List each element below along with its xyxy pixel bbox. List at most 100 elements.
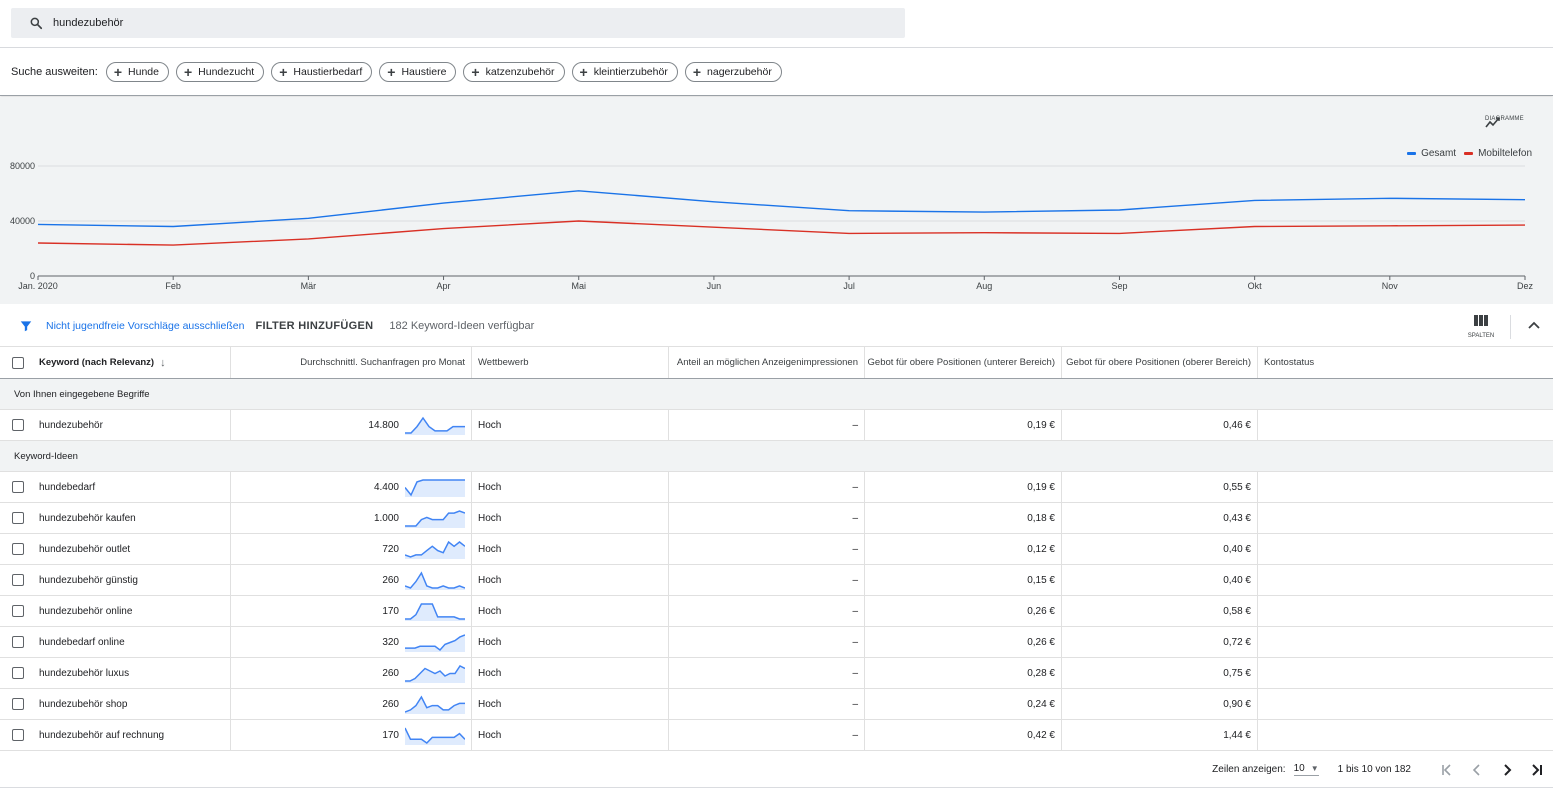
impression-share-value: – — [852, 698, 858, 710]
broaden-chip-hundezucht[interactable]: + Hundezucht — [175, 61, 265, 82]
cell-account-status — [1258, 720, 1553, 750]
legend-item-total[interactable]: Gesamt — [1407, 148, 1456, 159]
table-row[interactable]: hundezubehör online 170 Hoch – 0,26 € 0,58 € — [0, 596, 1553, 627]
legend-swatch — [1464, 152, 1474, 155]
header-impression-share[interactable]: Anteil an möglichen Anzeigenimpressionen — [669, 347, 865, 378]
x-tick-label: Sep — [1111, 281, 1127, 291]
exclude-adult-filter[interactable]: Nicht jugendfreie Vorschläge ausschließe… — [46, 320, 244, 332]
last-page-button[interactable] — [1527, 760, 1547, 780]
data-point — [713, 226, 715, 228]
rows-per-page-select[interactable]: 10 ▼ — [1293, 763, 1319, 776]
competition-value: Hoch — [478, 667, 502, 679]
keyword-text: hundezubehör outlet — [39, 543, 131, 555]
row-checkbox[interactable] — [12, 543, 24, 555]
cell-impression-share: – — [669, 472, 865, 502]
next-page-button[interactable] — [1497, 760, 1517, 780]
cell-bid-high: 0,58 € — [1062, 596, 1258, 626]
cell-bid-high: 0,40 € — [1062, 534, 1258, 564]
cell-impression-share: – — [669, 410, 865, 440]
legend-label: Mobiltelefon — [1478, 148, 1532, 159]
cell-keyword: hundezubehör luxus — [0, 658, 231, 688]
header-keyword[interactable]: Keyword (nach Relevanz) ↓ — [0, 347, 231, 378]
header-bid-high[interactable]: Gebot für obere Positionen (oberer Berei… — [1062, 347, 1258, 378]
cell-competition: Hoch — [472, 596, 669, 626]
cell-impression-share: – — [669, 596, 865, 626]
chip-label: Haustierbedarf — [293, 65, 363, 78]
broaden-chip-haustierbedarf[interactable]: + Haustierbedarf — [271, 61, 373, 82]
data-point — [1389, 225, 1391, 227]
bid-low-value: 0,12 € — [1027, 543, 1055, 555]
competition-value: Hoch — [478, 574, 502, 586]
table-row[interactable]: hundezubehör kaufen 1.000 Hoch – 0,18 € 0,43 … — [0, 503, 1553, 534]
cell-bid-low: 0,19 € — [865, 410, 1062, 440]
table-row[interactable]: hundezubehör 14.800 Hoch – 0,19 € 0,46 € — [0, 410, 1553, 441]
competition-value: Hoch — [478, 481, 502, 493]
group-entered-terms: Von Ihnen eingegebene Begriffe — [0, 379, 1553, 410]
cell-avg-searches: 720 — [231, 534, 472, 564]
header-bid-low[interactable]: Gebot für obere Positionen (unterer Bere… — [865, 347, 1062, 378]
competition-value: Hoch — [478, 419, 502, 431]
columns-label: SPALTEN — [1467, 333, 1495, 339]
cell-avg-searches: 260 — [231, 565, 472, 595]
row-checkbox[interactable] — [12, 605, 24, 617]
avg-searches-value: 14.800 — [368, 419, 399, 431]
trend-sparkline — [405, 695, 465, 714]
columns-icon — [1474, 315, 1488, 326]
line-chart: 0 40000 80000 Jan. 2020 Feb Mär Apr Mai Jun Jul Au… — [10, 161, 1534, 291]
columns-button[interactable]: SPALTEN — [1465, 315, 1497, 339]
row-checkbox[interactable] — [12, 512, 24, 524]
trend-line-icon — [1485, 117, 1500, 128]
select-all-checkbox[interactable] — [12, 356, 24, 369]
prev-page-button[interactable] — [1467, 760, 1487, 780]
chip-label: Hundezucht — [198, 65, 255, 78]
row-checkbox[interactable] — [12, 667, 24, 679]
header-account-status[interactable]: Kontostatus — [1258, 347, 1553, 378]
competition-value: Hoch — [478, 512, 502, 524]
header-label: Anteil an möglichen Anzeigenimpressionen — [676, 357, 858, 368]
table-row[interactable]: hundezubehör luxus 260 Hoch – 0,28 € 0,75 € — [0, 658, 1553, 689]
cell-competition: Hoch — [472, 534, 669, 564]
x-tick-label: Aug — [976, 281, 992, 291]
table-row[interactable]: hundezubehör shop 260 Hoch – 0,24 € 0,90 € — [0, 689, 1553, 720]
broaden-chip-nagerzubehoer[interactable]: + nagerzubehör — [684, 61, 782, 82]
cell-avg-searches: 170 — [231, 720, 472, 750]
data-point — [1389, 197, 1391, 199]
table-row[interactable]: hundezubehör auf rechnung 170 Hoch – 0,42 € 1… — [0, 720, 1553, 751]
header-competition[interactable]: Wettbewerb — [472, 347, 669, 378]
row-checkbox[interactable] — [12, 636, 24, 648]
table-row[interactable]: hundezubehör günstig 260 Hoch – 0,15 € 0,40 € — [0, 565, 1553, 596]
bid-low-value: 0,19 € — [1027, 481, 1055, 493]
table-row[interactable]: hundebedarf 4.400 Hoch – 0,19 € 0,55 € — [0, 472, 1553, 503]
avg-searches-value: 320 — [382, 636, 399, 648]
first-page-button[interactable] — [1437, 760, 1457, 780]
cell-bid-high: 0,46 € — [1062, 410, 1258, 440]
impression-share-value: – — [852, 636, 858, 648]
x-tick-label: Mai — [571, 281, 586, 291]
cell-competition: Hoch — [472, 627, 669, 657]
header-avg-searches[interactable]: Durchschnittl. Suchanfragen pro Monat — [231, 347, 472, 378]
table-row[interactable]: hundezubehör outlet 720 Hoch – 0,12 € 0,40 € — [0, 534, 1553, 565]
avg-searches-value: 1.000 — [373, 512, 399, 524]
row-checkbox[interactable] — [12, 419, 24, 431]
broaden-chip-hunde[interactable]: + Hunde — [105, 61, 169, 82]
chart-toggle-button[interactable]: DIAGRAMME — [1485, 115, 1524, 128]
bid-high-value: 0,40 € — [1223, 543, 1251, 555]
chevron-up-icon[interactable] — [1526, 318, 1542, 334]
legend-item-mobile[interactable]: Mobiltelefon — [1464, 148, 1532, 159]
plus-icon: + — [471, 63, 480, 80]
row-checkbox[interactable] — [12, 698, 24, 710]
data-point — [1118, 232, 1120, 234]
add-filter-button[interactable]: FILTER HINZUFÜGEN — [255, 320, 373, 332]
trend-sparkline — [405, 634, 465, 652]
filter-icon[interactable] — [19, 319, 33, 333]
idea-rows: hundebedarf 4.400 Hoch – 0,19 € 0,55 € hundezu… — [0, 472, 1553, 751]
search-input[interactable]: hundezubehör — [11, 8, 905, 38]
broaden-chip-kleintierzubehoer[interactable]: + kleintierzubehör — [571, 61, 678, 82]
row-checkbox[interactable] — [12, 729, 24, 741]
row-checkbox[interactable] — [12, 574, 24, 586]
broaden-chip-katzenzubehoer[interactable]: + katzenzubehör — [463, 61, 565, 82]
broaden-chip-haustiere[interactable]: + Haustiere — [379, 61, 457, 82]
row-checkbox[interactable] — [12, 481, 24, 493]
avg-searches-value: 260 — [382, 667, 399, 679]
table-row[interactable]: hundebedarf online 320 Hoch – 0,26 € 0,72 € — [0, 627, 1553, 658]
